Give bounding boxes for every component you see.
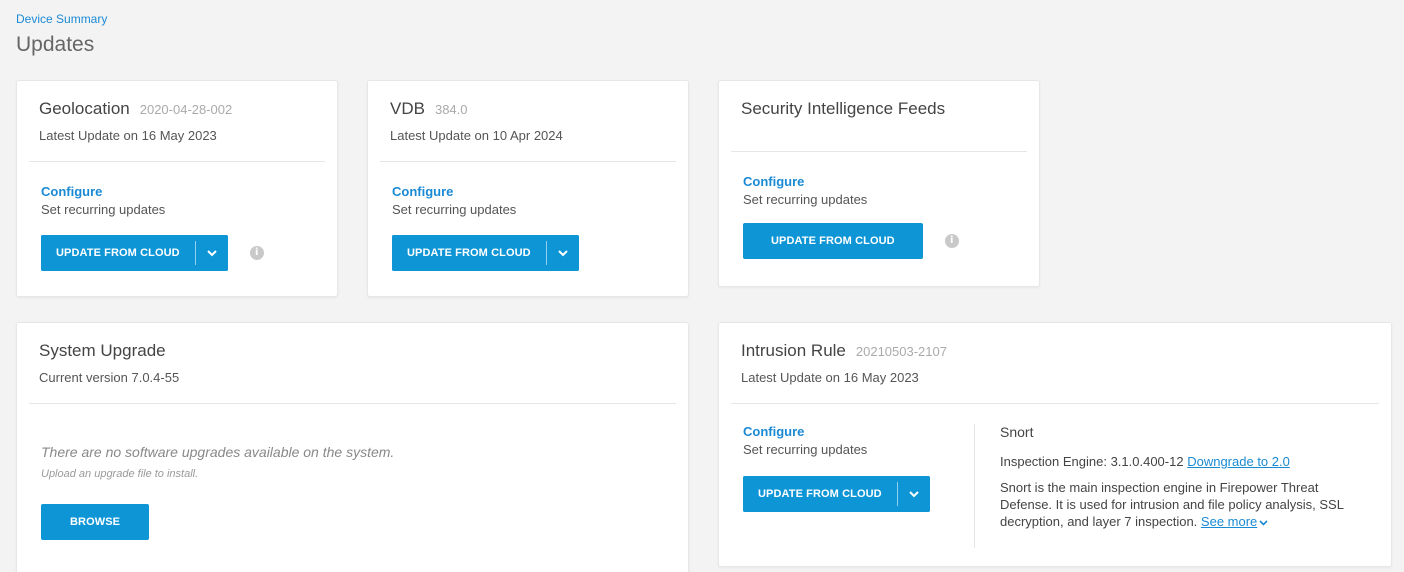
geolocation-title-row: Geolocation 2020-04-28-002 bbox=[39, 99, 315, 119]
chevron-down-icon bbox=[207, 249, 217, 256]
info-icon[interactable]: i bbox=[944, 234, 959, 248]
system-upgrade-current-version: Current version 7.0.4-55 bbox=[39, 370, 180, 385]
intrusion-rule-latest-update: Latest Update on 16 May 2023 bbox=[741, 370, 919, 385]
system-upgrade-title: System Upgrade bbox=[39, 341, 166, 360]
chevron-down-icon[interactable] bbox=[1259, 519, 1268, 526]
si-feeds-title-row: Security Intelligence Feeds bbox=[741, 99, 1017, 119]
vdb-update-from-cloud-button[interactable]: UPDATE FROM CLOUD bbox=[392, 235, 546, 271]
vdb-update-dropdown-button[interactable] bbox=[546, 235, 579, 271]
page-title: Updates bbox=[16, 33, 95, 56]
intrusion-rule-card: Intrusion Rule 20210503-2107 Latest Upda… bbox=[718, 322, 1392, 567]
browse-button[interactable]: BROWSE bbox=[41, 504, 150, 540]
intrusion-rule-update-panel: Configure Set recurring updates UPDATE F… bbox=[743, 424, 975, 548]
vdb-title: VDB bbox=[390, 99, 425, 118]
downgrade-link[interactable]: Downgrade to 2.0 bbox=[1187, 454, 1290, 469]
snort-description: Snort is the main inspection engine in F… bbox=[1000, 480, 1344, 529]
no-upgrades-message: There are no software upgrades available… bbox=[41, 444, 395, 460]
updates-page: Device Summary Updates Geolocation 2020-… bbox=[0, 0, 1404, 572]
breadcrumb-device-summary[interactable]: Device Summary bbox=[16, 12, 107, 26]
geolocation-card: Geolocation 2020-04-28-002 Latest Update… bbox=[16, 80, 338, 297]
geolocation-title: Geolocation bbox=[39, 99, 130, 118]
intrusion-rule-update-from-cloud-button[interactable]: UPDATE FROM CLOUD bbox=[743, 476, 897, 512]
vdb-latest-update: Latest Update on 10 Apr 2024 bbox=[390, 128, 563, 143]
upload-hint: Upload an upgrade file to install. bbox=[41, 468, 199, 480]
si-feeds-configure-link[interactable]: Configure bbox=[743, 174, 1015, 189]
intrusion-rule-title: Intrusion Rule bbox=[741, 341, 846, 360]
vdb-version: 384.0 bbox=[434, 102, 468, 117]
si-feeds-card: Security Intelligence Feeds Configure Se… bbox=[718, 80, 1040, 287]
intrusion-rule-configure-link[interactable]: Configure bbox=[743, 424, 974, 439]
intrusion-rule-update-split-button: UPDATE FROM CLOUD bbox=[743, 476, 930, 512]
snort-engine-version: Inspection Engine: 3.1.0.400-12 bbox=[1000, 454, 1184, 469]
snort-panel: Snort Inspection Engine: 3.1.0.400-12 Do… bbox=[975, 424, 1367, 548]
vdb-configure-link[interactable]: Configure bbox=[392, 184, 664, 199]
info-icon[interactable]: i bbox=[249, 246, 264, 260]
geolocation-version: 2020-04-28-002 bbox=[139, 102, 233, 117]
vdb-card: VDB 384.0 Latest Update on 10 Apr 2024 C… bbox=[367, 80, 689, 297]
chevron-down-icon bbox=[558, 249, 568, 256]
si-feeds-title: Security Intelligence Feeds bbox=[741, 99, 946, 118]
intrusion-rule-title-row: Intrusion Rule 20210503-2107 bbox=[741, 341, 1369, 361]
geolocation-update-split-button: UPDATE FROM CLOUD bbox=[41, 235, 228, 271]
see-more-link[interactable]: See more bbox=[1201, 514, 1257, 529]
geolocation-recurring-text: Set recurring updates bbox=[41, 202, 166, 217]
vdb-recurring-text: Set recurring updates bbox=[392, 202, 517, 217]
vdb-title-row: VDB 384.0 bbox=[390, 99, 666, 119]
si-feeds-update-from-cloud-button[interactable]: UPDATE FROM CLOUD bbox=[743, 223, 923, 259]
intrusion-rule-update-dropdown-button[interactable] bbox=[897, 476, 930, 512]
system-upgrade-title-row: System Upgrade bbox=[39, 341, 666, 361]
snort-engine-row: Inspection Engine: 3.1.0.400-12 Downgrad… bbox=[1000, 454, 1367, 469]
si-feeds-recurring-text: Set recurring updates bbox=[743, 192, 868, 207]
vdb-update-split-button: UPDATE FROM CLOUD bbox=[392, 235, 579, 271]
geolocation-configure-link[interactable]: Configure bbox=[41, 184, 313, 199]
chevron-down-icon bbox=[909, 490, 919, 497]
intrusion-rule-version: 20210503-2107 bbox=[855, 344, 947, 359]
geolocation-latest-update: Latest Update on 16 May 2023 bbox=[39, 128, 217, 143]
snort-description-block: Snort is the main inspection engine in F… bbox=[1000, 479, 1350, 530]
geolocation-update-dropdown-button[interactable] bbox=[195, 235, 228, 271]
intrusion-rule-recurring-text: Set recurring updates bbox=[743, 442, 868, 457]
snort-title: Snort bbox=[1000, 424, 1034, 440]
geolocation-update-from-cloud-button[interactable]: UPDATE FROM CLOUD bbox=[41, 235, 195, 271]
system-upgrade-card: System Upgrade Current version 7.0.4-55 … bbox=[16, 322, 689, 572]
